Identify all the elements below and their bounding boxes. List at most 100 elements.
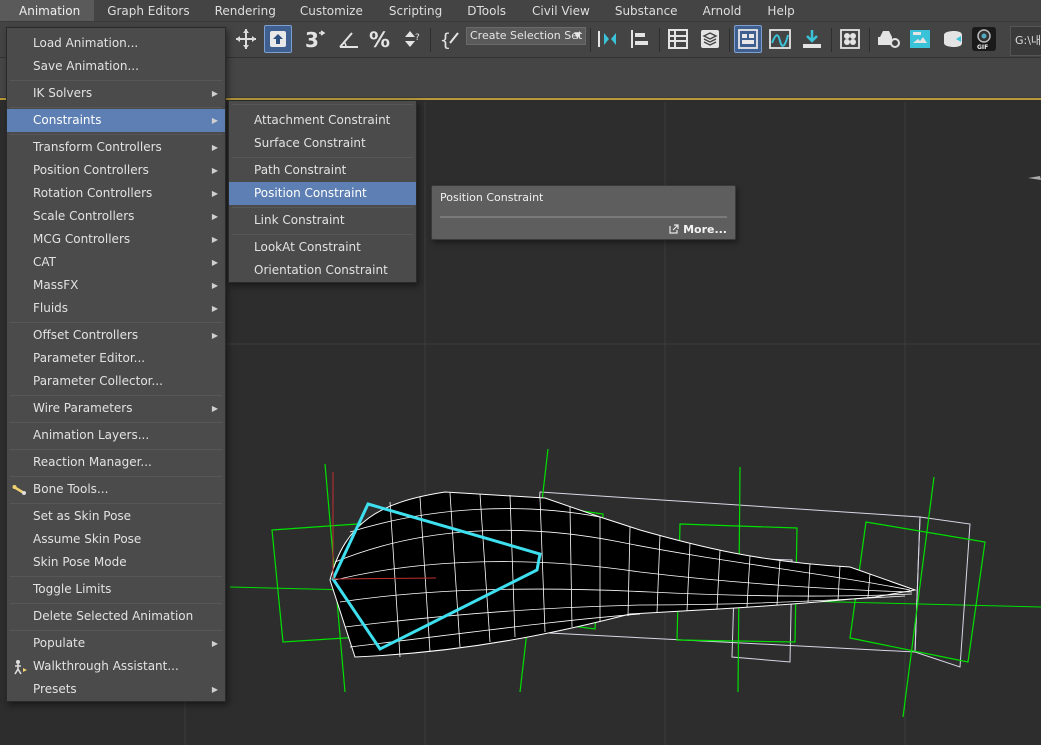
submenu-arrow-icon: ▶ [211,116,218,125]
menu-substance[interactable]: Substance [602,0,690,21]
menu-separator [10,630,222,631]
menu-item-position-constraint[interactable]: Position Constraint [229,182,416,205]
menu-item-save-animation[interactable]: Save Animation... [7,55,225,78]
menu-item-label: Path Constraint [254,163,347,177]
toolbar-separator [831,28,832,52]
menu-customize[interactable]: Customize [289,0,376,21]
snaps-3d-icon[interactable]: 3 [302,25,330,53]
menu-item-label: Scale Controllers [33,209,135,223]
menu-separator [232,104,413,105]
menu-item-lookat-constraint[interactable]: LookAt Constraint [229,236,416,259]
menu-arnold[interactable]: Arnold [690,0,754,21]
toggle-ribbon-icon[interactable] [734,25,762,53]
menu-item-cat[interactable]: CAT ▶ [7,251,225,274]
menu-item-parameter-collector[interactable]: Parameter Collector... [7,370,225,393]
menu-item-orientation-constraint[interactable]: Orientation Constraint [229,259,416,282]
menu-item-label: Save Animation... [33,59,139,73]
menu-separator [10,476,222,477]
tooltip-more-link[interactable]: More... [669,223,727,236]
menu-item-offset-controllers[interactable]: Offset Controllers ▶ [7,324,225,347]
layer-explorer-icon[interactable] [696,25,724,53]
menu-item-bone-tools[interactable]: Bone Tools... [7,478,225,501]
menu-item-rotation-controllers[interactable]: Rotation Controllers ▶ [7,182,225,205]
menu-separator [10,395,222,396]
menu-separator [10,503,222,504]
scene-explorer-icon[interactable] [664,25,692,53]
select-and-place-icon[interactable] [264,25,292,53]
selection-set-dropdown[interactable]: Create Selection Set ▼ [466,27,586,45]
path-field[interactable]: G:\내 [1010,26,1041,56]
toolbar-separator [590,28,591,52]
submenu-arrow-icon: ▶ [211,404,218,413]
menu-item-label: Position Controllers [33,163,149,177]
menu-separator [232,207,413,208]
menu-item-ik-solvers[interactable]: IK Solvers ▶ [7,82,225,105]
mirror-icon[interactable] [594,25,622,53]
curve-editor-icon[interactable] [766,25,794,53]
svg-text:3: 3 [305,28,319,51]
menu-separator [10,576,222,577]
align-icon[interactable] [626,25,654,53]
render-setup-icon[interactable] [874,25,902,53]
menu-item-label: Load Animation... [33,36,139,50]
menu-item-transform-controllers[interactable]: Transform Controllers ▶ [7,136,225,159]
menu-item-label: Fluids [33,301,69,315]
menu-item-animation-layers[interactable]: Animation Layers... [7,424,225,447]
menu-item-parameter-editor[interactable]: Parameter Editor... [7,347,225,370]
angle-snap-icon[interactable] [335,25,363,53]
menu-graph-editors[interactable]: Graph Editors [94,0,201,21]
render-production-icon[interactable] [939,25,967,53]
material-editor-icon[interactable] [836,25,864,53]
menu-item-walkthrough-assistant[interactable]: Walkthrough Assistant... [7,655,225,678]
toolbar-separator [659,28,660,52]
spinner-snap-icon[interactable]: ? [397,25,425,53]
menu-item-label: MCG Controllers [33,232,131,246]
svg-text:?: ? [415,33,420,43]
schematic-view-icon[interactable] [798,25,826,53]
rendered-frame-window-icon[interactable] [906,25,934,53]
menu-item-presets[interactable]: Presets ▶ [7,678,225,701]
bone-tools-icon [12,482,28,498]
menu-item-attachment-constraint[interactable]: Attachment Constraint [229,109,416,132]
submenu-arrow-icon: ▶ [211,331,218,340]
gif-recorder-icon[interactable]: GIF [970,25,998,53]
menu-separator [10,603,222,604]
menu-item-wire-parameters[interactable]: Wire Parameters ▶ [7,397,225,420]
menu-item-path-constraint[interactable]: Path Constraint [229,159,416,182]
menu-civil-view[interactable]: Civil View [519,0,602,21]
menu-bar: Animation Graph Editors Rendering Custom… [0,0,1041,22]
menu-item-position-controllers[interactable]: Position Controllers ▶ [7,159,225,182]
submenu-arrow-icon: ▶ [211,281,218,290]
menu-item-link-constraint[interactable]: Link Constraint [229,209,416,232]
submenu-arrow-icon: ▶ [211,212,218,221]
menu-animation[interactable]: Animation [0,0,95,21]
menu-item-assume-skin-pose[interactable]: Assume Skin Pose [7,528,225,551]
menu-item-label: Attachment Constraint [254,113,391,127]
menu-item-set-as-skin-pose[interactable]: Set as Skin Pose [7,505,225,528]
menu-scripting[interactable]: Scripting [376,0,454,21]
menu-item-constraints[interactable]: Constraints ▶ [7,109,225,132]
menu-item-scale-controllers[interactable]: Scale Controllers ▶ [7,205,225,228]
menu-item-populate[interactable]: Populate ▶ [7,632,225,655]
menu-item-reaction-manager[interactable]: Reaction Manager... [7,451,225,474]
menu-dtools[interactable]: DTools [454,0,519,21]
walkthrough-icon [12,659,28,675]
move-icon[interactable] [232,25,260,53]
menu-item-delete-selected-animation[interactable]: Delete Selected Animation [7,605,225,628]
menu-item-load-animation[interactable]: Load Animation... [7,32,225,55]
menu-rendering[interactable]: Rendering [202,0,289,21]
menu-item-mcg-controllers[interactable]: MCG Controllers ▶ [7,228,225,251]
percent-snap-icon[interactable]: % [366,25,394,53]
menu-item-massfx[interactable]: MassFX ▶ [7,274,225,297]
menu-item-label: Bone Tools... [33,482,109,496]
submenu-arrow-icon: ▶ [211,639,218,648]
menu-help[interactable]: Help [753,0,806,21]
edit-named-selections-icon[interactable]: { [436,25,464,53]
menu-separator [10,422,222,423]
menu-item-toggle-limits[interactable]: Toggle Limits [7,578,225,601]
menu-item-label: Animation Layers... [33,428,150,442]
menu-item-surface-constraint[interactable]: Surface Constraint [229,132,416,155]
menu-separator [232,157,413,158]
menu-item-fluids[interactable]: Fluids ▶ [7,297,225,320]
menu-item-skin-pose-mode[interactable]: Skin Pose Mode [7,551,225,574]
